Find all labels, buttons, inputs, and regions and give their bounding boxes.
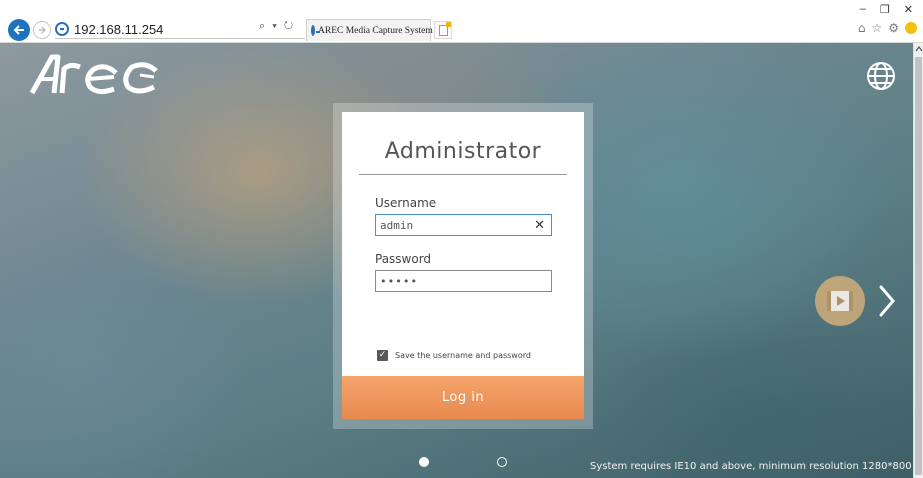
username-value: admin <box>380 218 414 232</box>
remember-row: ✓ Save the username and password <box>377 350 531 361</box>
tab-ie-icon <box>311 25 320 36</box>
back-button[interactable] <box>8 19 30 41</box>
home-icon[interactable]: ⌂ <box>858 21 866 35</box>
browser-toolbar: 192.168.11.254 ⌕ ▾ ↻ AREC Media Capture … <box>0 0 923 43</box>
carousel-dot-1[interactable] <box>419 457 429 467</box>
login-page: Administrator Username admin ✕ Password … <box>0 43 913 478</box>
new-tab-icon <box>438 21 451 36</box>
password-value: ••••• <box>380 274 419 288</box>
password-input[interactable]: ••••• <box>375 270 552 292</box>
back-arrow-icon <box>13 25 24 35</box>
forward-arrow-icon <box>39 26 47 34</box>
login-button[interactable]: Log in <box>342 376 584 419</box>
browser-tool-icons: ⌂ ☆ ⚙ <box>858 21 917 35</box>
address-text: 192.168.11.254 <box>74 21 164 37</box>
carousel-dot-2[interactable] <box>497 457 507 467</box>
feedback-icon[interactable] <box>905 22 917 34</box>
title-divider <box>359 174 567 175</box>
browser-tab[interactable]: AREC Media Capture System × <box>306 19 445 41</box>
minimize-button[interactable]: – <box>860 3 866 16</box>
close-window-button[interactable]: ✕ <box>904 3 913 16</box>
search-refresh-icons[interactable]: ⌕ ▾ ↻ <box>259 20 295 33</box>
settings-icon[interactable]: ⚙ <box>888 21 899 35</box>
tab-title: AREC Media Capture System <box>318 25 433 36</box>
scroll-up-icon[interactable] <box>915 45 923 53</box>
new-tab-button[interactable] <box>434 21 452 39</box>
arec-logo <box>29 54 158 95</box>
login-card: Administrator Username admin ✕ Password … <box>342 112 584 419</box>
clear-username-icon[interactable]: ✕ <box>534 218 545 233</box>
window-controls: – ❐ ✕ <box>860 3 913 16</box>
forward-button[interactable] <box>33 21 51 39</box>
next-slide-chevron-icon[interactable] <box>876 281 898 321</box>
favorites-icon[interactable]: ☆ <box>871 21 882 35</box>
scroll-thumb[interactable] <box>915 57 922 475</box>
system-requirement-text: System requires IE10 and above, minimum … <box>590 461 912 472</box>
remember-checkbox[interactable]: ✓ <box>377 350 388 361</box>
username-label: Username <box>375 196 437 210</box>
login-title: Administrator <box>384 139 542 164</box>
globe-icon[interactable] <box>866 61 896 91</box>
remember-label[interactable]: Save the username and password <box>395 351 531 360</box>
ie-icon <box>55 22 69 36</box>
video-icon <box>827 291 853 311</box>
vertical-scrollbar[interactable] <box>913 43 923 478</box>
video-badge[interactable] <box>815 276 865 326</box>
password-label: Password <box>375 252 432 266</box>
restore-button[interactable]: ❐ <box>880 3 890 16</box>
username-input[interactable]: admin ✕ <box>375 214 552 236</box>
